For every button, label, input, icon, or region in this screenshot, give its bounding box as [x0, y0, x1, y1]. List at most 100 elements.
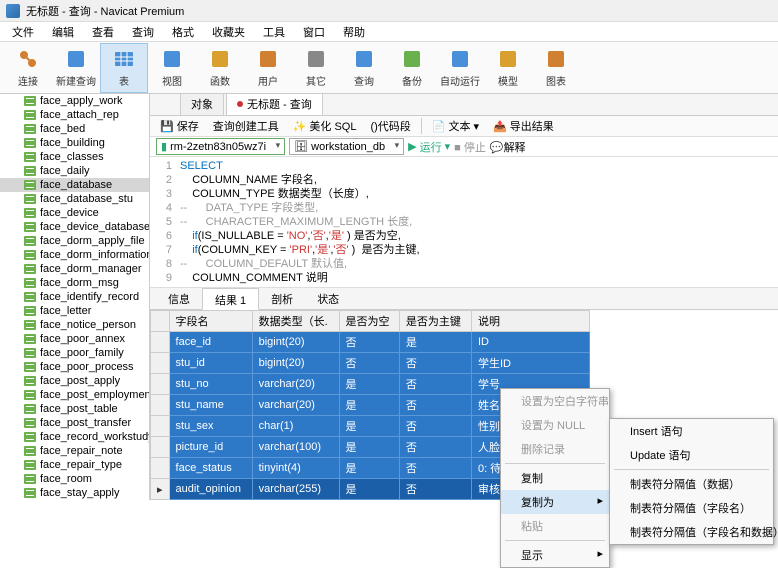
- tree-item[interactable]: face_daily: [0, 164, 149, 178]
- col-header[interactable]: 说明: [471, 311, 589, 332]
- col-header[interactable]: 是否为空: [339, 311, 399, 332]
- tree-item[interactable]: face_record_workstudy: [0, 430, 149, 444]
- tool-图表[interactable]: 图表: [532, 43, 580, 93]
- ctx-item[interactable]: 制表符分隔值（数据）: [610, 472, 773, 496]
- col-header[interactable]: 字段名: [169, 311, 252, 332]
- tree-item[interactable]: face_dorm_apply_file: [0, 234, 149, 248]
- table-icon: [24, 460, 36, 470]
- tree-item[interactable]: face_post_employmen: [0, 388, 149, 402]
- menu-收藏夹[interactable]: 收藏夹: [204, 22, 253, 42]
- tree-item[interactable]: face_database_stu: [0, 192, 149, 206]
- object-tree[interactable]: face_apply_workface_attach_repface_bedfa…: [0, 94, 150, 500]
- table-icon: [24, 166, 36, 176]
- ctx-item: 设置为 NULL: [501, 413, 609, 437]
- code-snippet-button[interactable]: ()代码段: [366, 116, 414, 136]
- tool-函数[interactable]: 函数: [196, 43, 244, 93]
- tree-item[interactable]: face_dorm_msg: [0, 276, 149, 290]
- table-icon: [24, 278, 36, 288]
- tree-item[interactable]: face_post_transfer: [0, 416, 149, 430]
- col-header[interactable]: 数据类型（长.: [252, 311, 339, 332]
- tree-item[interactable]: face_dorm_manager: [0, 262, 149, 276]
- tab-query[interactable]: 无标题 - 查询: [226, 94, 323, 115]
- res-tab-0[interactable]: 信息: [156, 288, 202, 309]
- menu-文件[interactable]: 文件: [4, 22, 42, 42]
- tool-新建查询[interactable]: 新建查询: [52, 43, 100, 93]
- tree-item[interactable]: face_post_apply: [0, 374, 149, 388]
- ctx-item[interactable]: 显示: [501, 543, 609, 567]
- menu-工具[interactable]: 工具: [255, 22, 293, 42]
- tool-用户[interactable]: 用户: [244, 43, 292, 93]
- text-button[interactable]: 📄文本 ▾: [428, 116, 483, 136]
- editor-tabs: 对象 无标题 - 查询: [150, 94, 778, 116]
- context-submenu[interactable]: Insert 语句Update 语句制表符分隔值（数据）制表符分隔值（字段名）制…: [609, 418, 774, 545]
- tool-连接[interactable]: 连接: [4, 43, 52, 93]
- tree-item[interactable]: face_post_table: [0, 402, 149, 416]
- tree-item[interactable]: face_notice_person: [0, 318, 149, 332]
- table-icon: [24, 96, 36, 106]
- beautify-button[interactable]: ✨美化 SQL: [289, 116, 361, 136]
- ctx-item[interactable]: Update 语句: [610, 443, 773, 467]
- table-row[interactable]: face_idbigint(20)否是ID: [151, 332, 590, 353]
- explain-button[interactable]: 💬解释: [490, 139, 526, 155]
- tool-其它[interactable]: 其它: [292, 43, 340, 93]
- tool-表[interactable]: 表: [100, 43, 148, 93]
- tool-自动运行[interactable]: 自动运行: [436, 43, 484, 93]
- menu-格式[interactable]: 格式: [164, 22, 202, 42]
- tree-item[interactable]: face_stay_apply: [0, 486, 149, 500]
- stop-button[interactable]: ■ 停止: [454, 139, 486, 155]
- tree-item[interactable]: face_bed: [0, 122, 149, 136]
- menu-帮助[interactable]: 帮助: [335, 22, 373, 42]
- tree-item[interactable]: face_building: [0, 136, 149, 150]
- ctx-item[interactable]: Insert 语句: [610, 419, 773, 443]
- context-menu[interactable]: 设置为空白字符串设置为 NULL删除记录复制复制为粘贴显示: [500, 388, 610, 568]
- res-tab-1[interactable]: 结果 1: [202, 288, 259, 310]
- menu-查询[interactable]: 查询: [124, 22, 162, 42]
- tree-item[interactable]: face_poor_family: [0, 346, 149, 360]
- tool-模型[interactable]: 模型: [484, 43, 532, 93]
- res-tab-2[interactable]: 剖析: [259, 288, 305, 309]
- tree-item[interactable]: face_device_database: [0, 220, 149, 234]
- tree-item[interactable]: face_poor_annex: [0, 332, 149, 346]
- export-button[interactable]: 📤导出结果: [489, 116, 558, 136]
- sql-editor[interactable]: 1SELECT2 COLUMN_NAME 字段名,3 COLUMN_TYPE 数…: [150, 157, 778, 288]
- tree-item[interactable]: face_apply_work: [0, 94, 149, 108]
- tree-item[interactable]: face_dorm_information: [0, 248, 149, 262]
- res-tab-3[interactable]: 状态: [305, 288, 351, 309]
- table-icon: [24, 390, 36, 400]
- tool-视图[interactable]: 视图: [148, 43, 196, 93]
- tree-item[interactable]: face_poor_process: [0, 360, 149, 374]
- menu-查看[interactable]: 查看: [84, 22, 122, 42]
- ctx-item[interactable]: 复制: [501, 466, 609, 490]
- tree-item[interactable]: face_classes: [0, 150, 149, 164]
- table-row[interactable]: stu_idbigint(20)否否学生ID: [151, 353, 590, 374]
- table-icon: [24, 474, 36, 484]
- ctx-item: 设置为空白字符串: [501, 389, 609, 413]
- tree-item[interactable]: face_device: [0, 206, 149, 220]
- col-header[interactable]: 是否为主键: [399, 311, 471, 332]
- ctx-item[interactable]: 复制为: [501, 490, 609, 514]
- window-title: 无标题 - 查询 - Navicat Premium: [26, 3, 184, 19]
- modified-icon: [237, 101, 243, 107]
- result-tabs: 信息结果 1剖析状态: [150, 288, 778, 310]
- tree-item[interactable]: face_repair_note: [0, 444, 149, 458]
- tool-查询[interactable]: 查询: [340, 43, 388, 93]
- tree-item[interactable]: face_room: [0, 472, 149, 486]
- database-combo[interactable]: 🗄 workstation_db: [289, 138, 404, 155]
- tool-备份[interactable]: 备份: [388, 43, 436, 93]
- run-button[interactable]: ▶ 运行 ▾: [408, 139, 450, 155]
- tree-item[interactable]: face_identify_record: [0, 290, 149, 304]
- table-icon: [24, 180, 36, 190]
- connection-combo[interactable]: ▮ rm-2zetn83n05wz7i: [156, 138, 285, 155]
- table-icon: [24, 194, 36, 204]
- table-icon: [24, 306, 36, 316]
- save-button[interactable]: 💾 保存: [156, 116, 203, 136]
- ctx-item[interactable]: 制表符分隔值（字段名和数据）: [610, 520, 773, 544]
- tab-objects[interactable]: 对象: [180, 94, 224, 115]
- query-builder-button[interactable]: 查询创建工具: [209, 116, 283, 136]
- tree-item[interactable]: face_database: [0, 178, 149, 192]
- tree-item[interactable]: face_attach_rep: [0, 108, 149, 122]
- menu-窗口[interactable]: 窗口: [295, 22, 333, 42]
- menu-编辑[interactable]: 编辑: [44, 22, 82, 42]
- tree-item[interactable]: face_letter: [0, 304, 149, 318]
- tree-item[interactable]: face_repair_type: [0, 458, 149, 472]
